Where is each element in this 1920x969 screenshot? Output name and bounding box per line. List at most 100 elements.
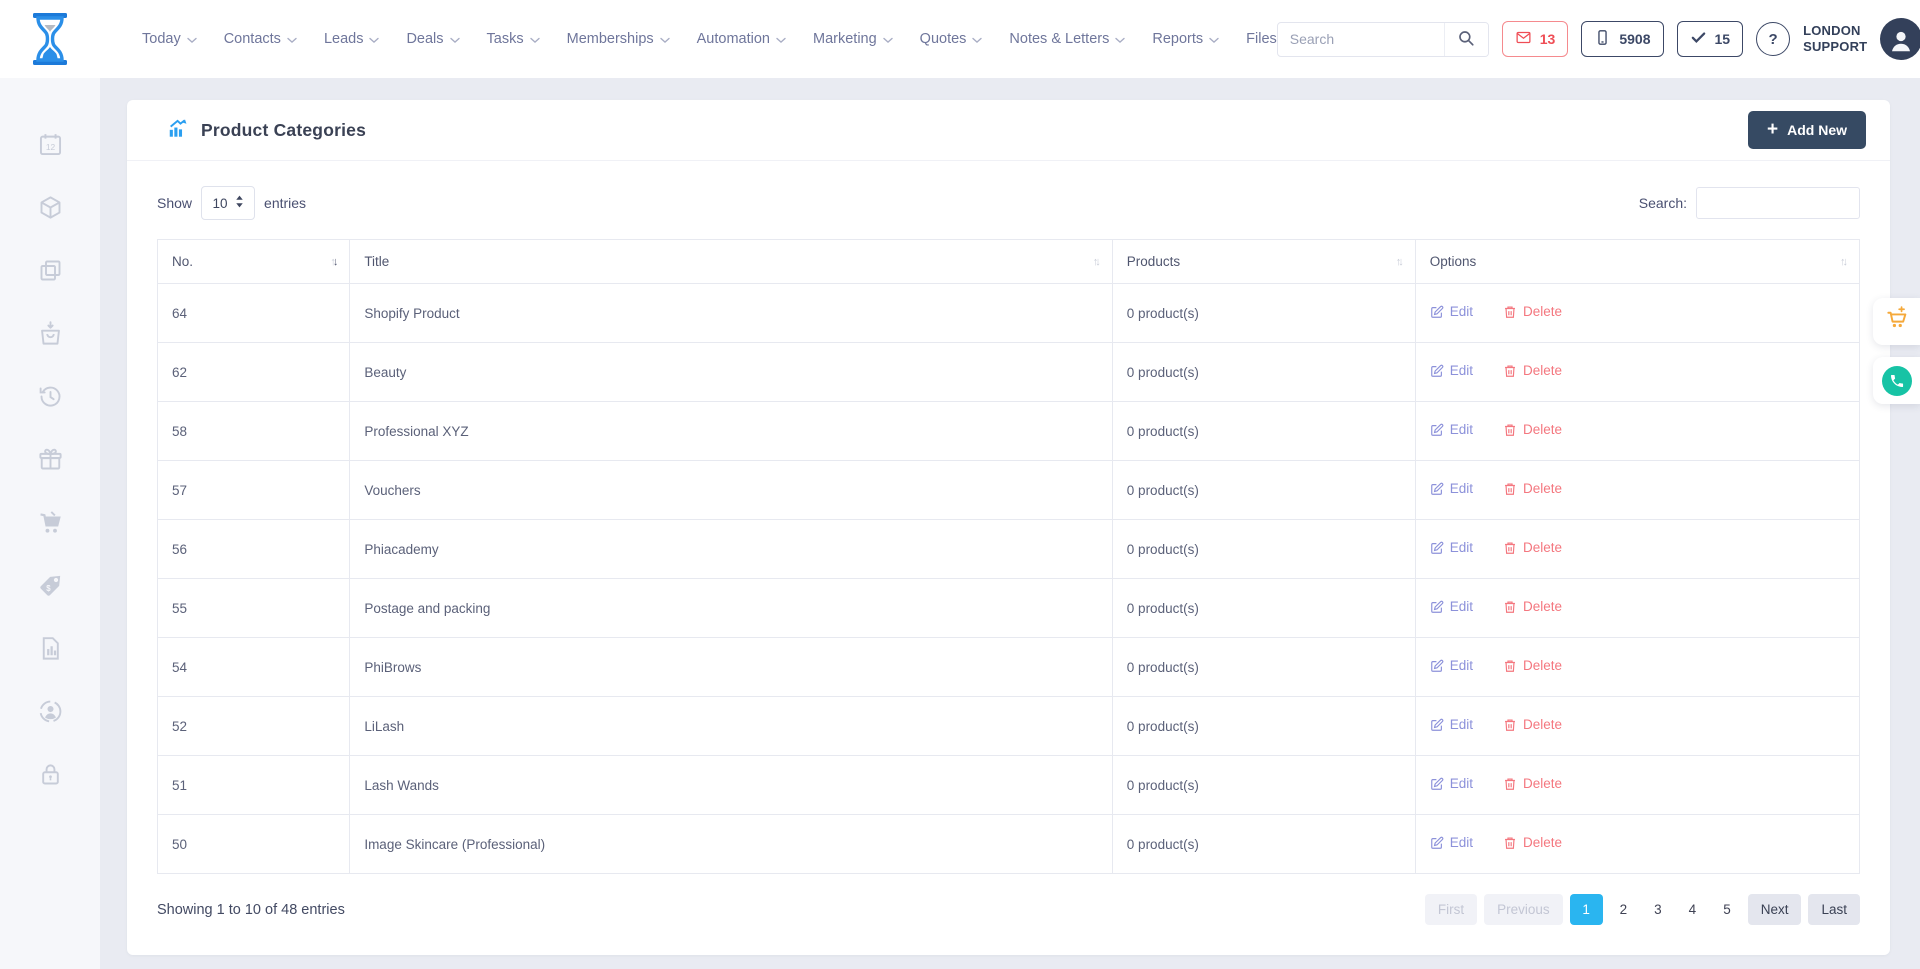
table-header-row: No.↑↓Title↑↓Products↑↓Options↑↓ [158,240,1860,284]
edit-link[interactable]: Edit [1430,658,1473,673]
app-logo[interactable] [30,13,70,65]
avatar[interactable] [1880,18,1920,60]
trash-icon [1503,482,1517,496]
sidebar-item-calendar[interactable]: 12 [30,130,70,158]
sidebar-item-security[interactable] [30,760,70,788]
cell-options: Edit Delete [1415,284,1859,343]
edit-link[interactable]: Edit [1430,304,1473,319]
column-header-products[interactable]: Products↑↓ [1112,240,1415,284]
edit-link[interactable]: Edit [1430,717,1473,732]
cell-no: 62 [158,343,350,402]
page-3[interactable]: 3 [1644,894,1672,925]
page-4[interactable]: 4 [1679,894,1707,925]
page-first: First [1425,894,1477,925]
delete-link[interactable]: Delete [1503,776,1562,791]
cell-title: Shopify Product [350,284,1112,343]
menu-item-label: Tasks [487,31,524,47]
entries-summary: Showing 1 to 10 of 48 entries [157,902,345,918]
menu-item-label: Deals [406,31,443,47]
delete-link[interactable]: Delete [1503,658,1562,673]
cell-products: 0 product(s) [1112,815,1415,874]
sidebar-item-gifts[interactable] [30,445,70,473]
search-button[interactable] [1444,23,1488,56]
sidebar-item-reports[interactable] [30,634,70,662]
page-size-select[interactable]: 10 [201,186,255,220]
sidebar-item-pricing[interactable]: $ [30,571,70,599]
menu-item-leads[interactable]: Leads [324,31,380,47]
table-row: 56Phiacademy0 product(s)EditDelete [158,520,1860,579]
cell-title: Postage and packing [350,579,1112,638]
sidebar-item-products[interactable] [30,193,70,221]
cart-float-button[interactable] [1873,298,1920,345]
delete-link[interactable]: Delete [1503,599,1562,614]
sidebar-item-copy[interactable] [30,256,70,284]
delete-link[interactable]: Delete [1503,422,1562,437]
cell-products: 0 product(s) [1112,638,1415,697]
chevron-down-icon [1115,37,1125,44]
column-header-options[interactable]: Options↑↓ [1415,240,1859,284]
delete-link[interactable]: Delete [1503,481,1562,496]
left-sidebar: 12 $ [0,78,100,969]
tasks-badge[interactable]: 15 [1677,21,1744,57]
mail-badge[interactable]: 13 [1502,21,1569,57]
chevron-down-icon [530,37,540,44]
phone-float-button[interactable] [1873,357,1920,404]
chevron-down-icon [450,37,460,44]
sidebar-item-history[interactable] [30,382,70,410]
delete-link[interactable]: Delete [1503,717,1562,732]
edit-link[interactable]: Edit [1430,599,1473,614]
menu-item-contacts[interactable]: Contacts [224,31,297,47]
page-2[interactable]: 2 [1610,894,1638,925]
menu-item-deals[interactable]: Deals [406,31,459,47]
page-next[interactable]: Next [1748,894,1802,925]
pagination: FirstPrevious12345NextLast [1425,894,1860,925]
edit-icon [1430,305,1444,319]
sort-arrows-icon: ↑↓ [1396,256,1401,268]
delete-link[interactable]: Delete [1503,540,1562,555]
cell-title: Phiacademy [350,520,1112,579]
table-row: 50Image Skincare (Professional)0 product… [158,815,1860,874]
cell-options: Edit Delete [1415,638,1859,697]
cell-options: Edit Delete [1415,461,1859,520]
sidebar-item-support[interactable] [30,697,70,725]
column-label: No. [172,254,193,269]
sidebar-item-orders[interactable] [30,319,70,347]
sidebar-item-cart[interactable] [30,508,70,536]
edit-link[interactable]: Edit [1430,481,1473,496]
menu-item-automation[interactable]: Automation [697,31,786,47]
delete-link[interactable]: Delete [1503,304,1562,319]
menu-item-quotes[interactable]: Quotes [920,31,983,47]
page-1[interactable]: 1 [1570,894,1603,925]
page-5[interactable]: 5 [1713,894,1741,925]
menu-item-today[interactable]: Today [142,31,197,47]
cell-options: Edit Delete [1415,579,1859,638]
categories-table: No.↑↓Title↑↓Products↑↓Options↑↓ 64Shopif… [157,239,1860,874]
delete-link[interactable]: Delete [1503,835,1562,850]
edit-link[interactable]: Edit [1430,363,1473,378]
tasks-count: 15 [1715,31,1731,47]
edit-link[interactable]: Edit [1430,540,1473,555]
add-new-button[interactable]: + Add New [1748,111,1866,149]
menu-item-marketing[interactable]: Marketing [813,31,893,47]
column-header-no[interactable]: No.↑↓ [158,240,350,284]
menu-item-files[interactable]: Files [1246,31,1277,47]
cell-no: 51 [158,756,350,815]
page-previous: Previous [1484,894,1563,925]
edit-link[interactable]: Edit [1430,835,1473,850]
delete-link[interactable]: Delete [1503,363,1562,378]
menu-item-notes-letters[interactable]: Notes & Letters [1009,31,1125,47]
search-input[interactable] [1278,31,1444,47]
menu-item-memberships[interactable]: Memberships [567,31,670,47]
cell-options: Edit Delete [1415,815,1859,874]
calls-badge[interactable]: 5908 [1581,21,1663,57]
main-content: Product Categories + Add New Show 10 ent… [100,78,1920,969]
help-button[interactable]: ? [1756,22,1790,56]
menu-item-tasks[interactable]: Tasks [487,31,540,47]
menu-item-reports[interactable]: Reports [1152,31,1219,47]
table-search-input[interactable] [1696,187,1860,219]
column-header-title[interactable]: Title↑↓ [350,240,1112,284]
edit-link[interactable]: Edit [1430,422,1473,437]
page-last[interactable]: Last [1808,894,1860,925]
cell-no: 58 [158,402,350,461]
edit-link[interactable]: Edit [1430,776,1473,791]
